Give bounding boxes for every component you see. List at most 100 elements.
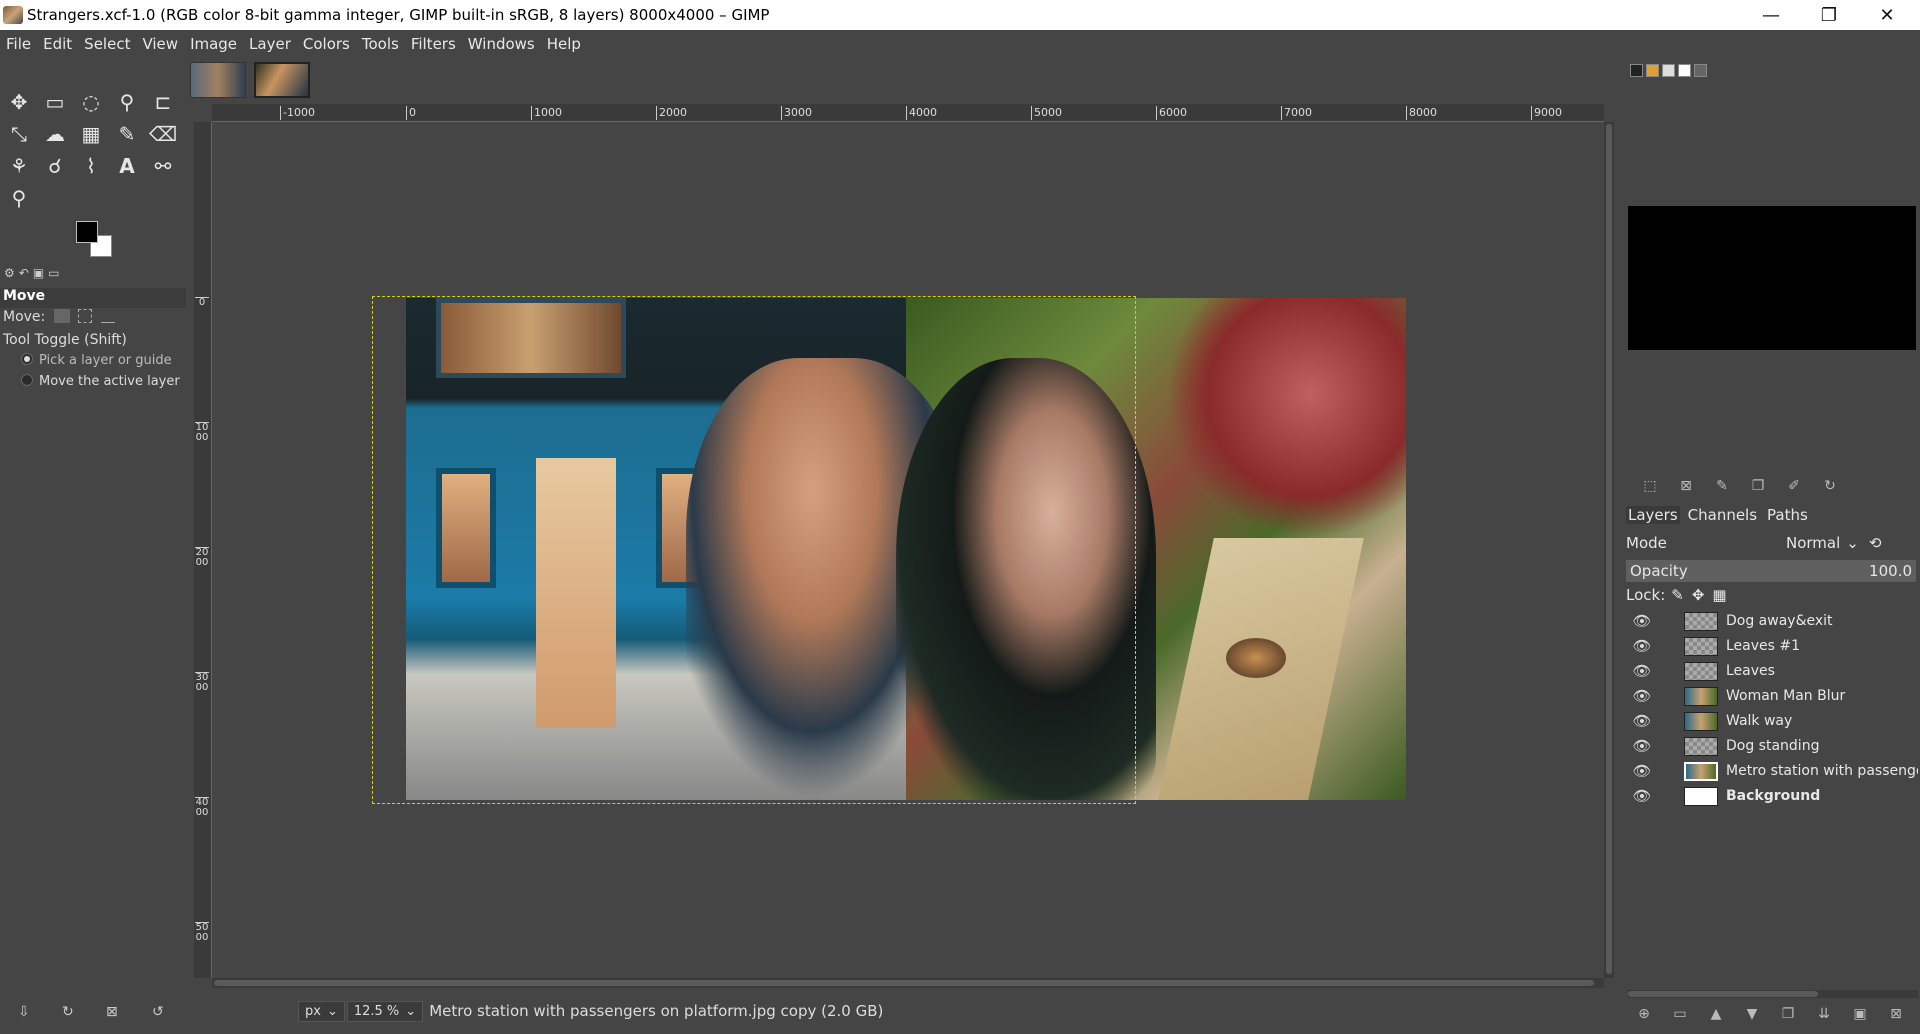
unit-select[interactable]: px ⌄ [298,1000,345,1022]
layer-name[interactable]: Leaves [1726,663,1918,679]
layer-thumbnail[interactable] [1684,761,1718,781]
layers-scrollbar[interactable] [1628,990,1918,998]
layer-name[interactable]: Metro station with passengers on platfor… [1726,763,1918,779]
gradient-tab-icon[interactable] [1694,64,1707,77]
layer-thumbnail[interactable] [1684,786,1718,806]
layer-name[interactable]: Leaves #1 [1726,638,1918,654]
visibility-eye-icon[interactable]: 👁 [1628,762,1656,780]
scrollbar-thumb[interactable] [1628,991,1818,997]
menu-file[interactable]: File [0,35,37,53]
layer-row[interactable]: 👁 Leaves [1628,659,1918,683]
edit-icon[interactable]: ✎ [1704,478,1740,494]
warp-transform-tool-icon[interactable]: ☁ [40,119,70,149]
mode-select[interactable]: Normal [1786,534,1840,552]
layer-row[interactable]: 👁 Walk way [1628,709,1918,733]
tab-channels[interactable]: Channels [1686,506,1759,524]
layer-thumbnail[interactable] [1684,636,1718,656]
merge-down-icon[interactable]: ⇊ [1806,1006,1842,1022]
radio-move-active[interactable]: Move the active layer [21,374,180,389]
scrollbar-thumb[interactable] [214,980,1594,986]
move-mode-selection-icon[interactable] [78,309,93,323]
image-tab-thumbnail[interactable] [190,62,246,98]
close-button[interactable]: ✕ [1858,0,1916,30]
layer-thumbnail[interactable] [1684,711,1718,731]
layer-row[interactable]: 👁 Metro station with passengers on platfo… [1628,759,1918,783]
paths-tool-icon[interactable]: ⌇ [76,151,106,181]
tool-options-tab-icon[interactable]: ⚙ [4,266,15,284]
vertical-scrollbar[interactable] [1604,122,1614,978]
menu-layer[interactable]: Layer [243,35,297,53]
foreground-color-swatch[interactable] [76,221,98,243]
move-mode-layer-icon[interactable] [53,309,70,323]
layer-row[interactable]: 👁 Background [1628,784,1918,808]
free-select-tool-icon[interactable]: ◌ [76,87,106,117]
lower-layer-icon[interactable]: ▼ [1734,1006,1770,1022]
duplicate-icon[interactable]: ❐ [1740,478,1776,494]
undo-history-tab-icon[interactable]: ↶ [19,266,29,284]
layer-name[interactable]: Woman Man Blur [1726,688,1918,704]
raise-layer-icon[interactable]: ▲ [1698,1006,1734,1022]
image-tab-thumbnail-active[interactable] [254,62,310,98]
crop-tool-icon[interactable]: ⊏ [148,87,178,117]
radio-pick-layer[interactable]: Pick a layer or guide [21,353,172,368]
new-group-icon[interactable]: ▭ [1662,1006,1698,1022]
reset-mode-icon[interactable]: ⟲ [1869,534,1882,552]
new-layer-icon[interactable]: ⊕ [1626,1006,1662,1022]
radio-pick-layer-button[interactable] [21,353,33,365]
visibility-eye-icon[interactable]: 👁 [1628,787,1656,805]
visibility-eye-icon[interactable]: 👁 [1628,687,1656,705]
layer-row[interactable]: 👁 Dog away&exit [1628,609,1918,633]
delete-options-icon[interactable]: ⊠ [106,1004,118,1020]
device-status-tab-icon[interactable]: ▭ [48,266,59,284]
tab-paths[interactable]: Paths [1765,506,1810,524]
menu-help[interactable]: Help [541,35,587,53]
clone-tool-icon[interactable]: ⚘ [4,151,34,181]
layer-thumbnail[interactable] [1684,611,1718,631]
select-brush-icon[interactable]: ⬚ [1632,478,1668,494]
menu-colors[interactable]: Colors [297,35,356,53]
horizontal-scrollbar[interactable] [212,978,1604,988]
rect-select-tool-icon[interactable]: ▭ [40,87,70,117]
images-tab-icon[interactable]: ▣ [33,266,44,284]
scrollbar-thumb[interactable] [1606,124,1612,974]
tab-layers[interactable]: Layers [1626,506,1680,524]
restore-button[interactable]: ❐ [1800,0,1858,30]
layer-name[interactable]: Background [1726,788,1918,804]
layer-thumbnail[interactable] [1684,686,1718,706]
smudge-tool-icon[interactable]: ☌ [40,151,70,181]
refresh-icon[interactable]: ↻ [1812,478,1848,494]
visibility-eye-icon[interactable]: 👁 [1628,712,1656,730]
duplicate-layer-icon[interactable]: ❐ [1770,1006,1806,1022]
lock-position-icon[interactable]: ✥ [1692,586,1705,604]
menu-image[interactable]: Image [184,35,243,53]
menu-edit[interactable]: Edit [37,35,78,53]
color-picker-tool-icon[interactable]: ⚯ [148,151,178,181]
reset-options-icon[interactable]: ↺ [152,1004,164,1020]
eraser-tool-icon[interactable]: ⌫ [148,119,178,149]
visibility-eye-icon[interactable]: 👁 [1628,612,1656,630]
visibility-eye-icon[interactable]: 👁 [1628,737,1656,755]
restore-options-icon[interactable]: ↻ [62,1004,74,1020]
layer-row[interactable]: 👁 Dog standing [1628,734,1918,758]
menu-view[interactable]: View [136,35,184,53]
gradient-tool-icon[interactable]: ▦ [76,119,106,149]
layer-name[interactable]: Dog standing [1726,738,1918,754]
add-mask-icon[interactable]: ▣ [1842,1006,1878,1022]
text-tool-icon[interactable]: A [112,151,142,181]
radio-move-active-button[interactable] [21,374,33,386]
paint-icon[interactable]: ✐ [1776,478,1812,494]
layer-thumbnail[interactable] [1684,661,1718,681]
clear-icon[interactable]: ⊠ [1668,478,1704,494]
layer-name[interactable]: Walk way [1726,713,1918,729]
lock-pixels-icon[interactable]: ✎ [1671,586,1684,604]
layer-row[interactable]: 👁 Woman Man Blur [1628,684,1918,708]
move-tool-icon[interactable]: ✥ [4,87,34,117]
document-tab-icon[interactable] [1678,64,1691,77]
visibility-eye-icon[interactable]: 👁 [1628,637,1656,655]
delete-layer-icon[interactable]: ⊠ [1878,1006,1914,1022]
fuzzy-select-tool-icon[interactable]: ⚲ [112,87,142,117]
lock-alpha-icon[interactable]: ▦ [1712,586,1726,604]
zoom-tool-icon[interactable]: ⚲ [4,183,34,213]
layer-thumbnail[interactable] [1684,736,1718,756]
menu-select[interactable]: Select [78,35,136,53]
